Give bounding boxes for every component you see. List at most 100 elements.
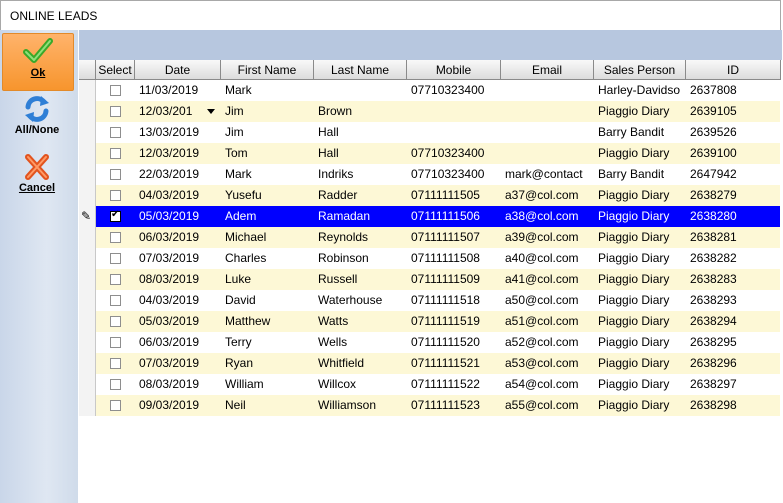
email-cell[interactable]: a51@col.com (501, 311, 594, 332)
row-indicator[interactable] (79, 374, 96, 395)
mobile-cell[interactable]: 07710323400 (407, 143, 501, 164)
select-checkbox[interactable] (110, 295, 121, 306)
table-row[interactable]: 06/03/2019 Michael Reynolds 07111111507 a39@… (79, 227, 780, 248)
id-cell[interactable]: 2647942 (686, 164, 781, 185)
last-name-cell[interactable]: Watts (314, 311, 407, 332)
last-name-cell[interactable]: Reynolds (314, 227, 407, 248)
row-indicator[interactable] (79, 248, 96, 269)
id-cell[interactable]: 2639105 (686, 101, 781, 122)
row-indicator[interactable] (79, 101, 96, 122)
sales-person-cell[interactable]: Piaggio Diary (594, 248, 686, 269)
select-checkbox[interactable] (110, 358, 121, 369)
first-name-cell[interactable]: Ryan (221, 353, 314, 374)
select-checkbox[interactable] (110, 106, 121, 117)
column-header-first-name[interactable]: First Name (221, 60, 314, 80)
date-cell[interactable]: 07/03/2019 (135, 353, 221, 374)
id-cell[interactable]: 2637808 (686, 80, 781, 101)
sales-person-cell[interactable]: Piaggio Diary (594, 290, 686, 311)
row-indicator[interactable] (79, 332, 96, 353)
mobile-cell[interactable]: 07111111523 (407, 395, 501, 416)
row-indicator[interactable] (79, 164, 96, 185)
email-cell[interactable]: a37@col.com (501, 185, 594, 206)
date-cell[interactable]: 11/03/2019 (135, 80, 221, 101)
email-cell[interactable]: a40@col.com (501, 248, 594, 269)
first-name-cell[interactable]: Matthew (221, 311, 314, 332)
table-row[interactable]: 09/03/2019 Neil Williamson 07111111523 a55@c… (79, 395, 780, 416)
sales-person-cell[interactable]: Harley-Davidso (594, 80, 686, 101)
table-row[interactable]: 05/03/2019 Matthew Watts 07111111519 a51@col… (79, 311, 780, 332)
last-name-cell[interactable]: Ramadan (314, 206, 407, 227)
row-indicator[interactable] (79, 290, 96, 311)
sales-person-cell[interactable]: Piaggio Diary (594, 206, 686, 227)
date-cell[interactable]: 08/03/2019 (135, 374, 221, 395)
column-header-sales-person[interactable]: Sales Person (594, 60, 686, 80)
last-name-cell[interactable]: Hall (314, 143, 407, 164)
mobile-cell[interactable] (407, 122, 501, 143)
email-cell[interactable]: a55@col.com (501, 395, 594, 416)
last-name-cell[interactable] (314, 80, 407, 101)
mobile-cell[interactable]: 07111111520 (407, 332, 501, 353)
mobile-cell[interactable]: 07111111507 (407, 227, 501, 248)
mobile-cell[interactable]: 07111111509 (407, 269, 501, 290)
sales-person-cell[interactable]: Piaggio Diary (594, 185, 686, 206)
sales-person-cell[interactable]: Piaggio Diary (594, 374, 686, 395)
select-checkbox[interactable] (110, 148, 121, 159)
mobile-cell[interactable]: 07710323400 (407, 164, 501, 185)
date-cell[interactable]: 04/03/2019 (135, 185, 221, 206)
row-indicator[interactable] (79, 122, 96, 143)
column-header-mobile[interactable]: Mobile (407, 60, 501, 80)
last-name-cell[interactable]: Waterhouse (314, 290, 407, 311)
select-checkbox[interactable] (110, 190, 121, 201)
date-cell[interactable]: 12/03/2019 (135, 143, 221, 164)
date-cell[interactable]: 05/03/2019 (135, 311, 221, 332)
select-checkbox[interactable] (110, 379, 121, 390)
date-cell[interactable]: 13/03/2019 (135, 122, 221, 143)
sales-person-cell[interactable]: Piaggio Diary (594, 227, 686, 248)
last-name-cell[interactable]: Willcox (314, 374, 407, 395)
id-cell[interactable]: 2639526 (686, 122, 781, 143)
last-name-cell[interactable]: Robinson (314, 248, 407, 269)
row-indicator[interactable] (79, 143, 96, 164)
email-cell[interactable]: mark@contact (501, 164, 594, 185)
table-row[interactable]: 07/03/2019 Charles Robinson 07111111508 a40@… (79, 248, 780, 269)
table-row[interactable]: 12/03/201 Jim Brown Piaggio Diary 2639105 (79, 101, 780, 122)
select-checkbox[interactable] (110, 400, 121, 411)
id-cell[interactable]: 2638293 (686, 290, 781, 311)
first-name-cell[interactable]: Jim (221, 101, 314, 122)
table-row[interactable]: 13/03/2019 Jim Hall Barry Bandit 2639526 (79, 122, 780, 143)
last-name-cell[interactable]: Hall (314, 122, 407, 143)
date-cell[interactable]: 06/03/2019 (135, 332, 221, 353)
column-header-id[interactable]: ID (686, 60, 781, 80)
email-cell[interactable]: a53@col.com (501, 353, 594, 374)
table-row[interactable]: 11/03/2019 Mark 07710323400 Harley-Davidso 2… (79, 80, 780, 101)
table-row[interactable]: 07/03/2019 Ryan Whitfield 07111111521 a53@co… (79, 353, 780, 374)
mobile-cell[interactable]: 07111111505 (407, 185, 501, 206)
row-indicator[interactable] (79, 311, 96, 332)
first-name-cell[interactable]: Jim (221, 122, 314, 143)
id-cell[interactable]: 2639100 (686, 143, 781, 164)
id-cell[interactable]: 2638298 (686, 395, 781, 416)
mobile-cell[interactable]: 07111111522 (407, 374, 501, 395)
first-name-cell[interactable]: Yusefu (221, 185, 314, 206)
first-name-cell[interactable]: Tom (221, 143, 314, 164)
mobile-cell[interactable]: 07111111521 (407, 353, 501, 374)
mobile-cell[interactable]: 07111111519 (407, 311, 501, 332)
select-checkbox[interactable] (110, 209, 121, 222)
email-cell[interactable] (501, 143, 594, 164)
sales-person-cell[interactable]: Piaggio Diary (594, 101, 686, 122)
last-name-cell[interactable]: Russell (314, 269, 407, 290)
email-cell[interactable]: a54@col.com (501, 374, 594, 395)
column-header-date[interactable]: Date (135, 60, 221, 80)
select-checkbox[interactable] (110, 253, 121, 264)
date-cell[interactable]: 09/03/2019 (135, 395, 221, 416)
last-name-cell[interactable]: Radder (314, 185, 407, 206)
mobile-cell[interactable]: 07111111518 (407, 290, 501, 311)
last-name-cell[interactable]: Wells (314, 332, 407, 353)
mobile-cell[interactable] (407, 101, 501, 122)
table-row[interactable]: 08/03/2019 Luke Russell 07111111509 a41@col.… (79, 269, 780, 290)
sales-person-cell[interactable]: Piaggio Diary (594, 395, 686, 416)
first-name-cell[interactable]: Charles (221, 248, 314, 269)
first-name-cell[interactable]: Terry (221, 332, 314, 353)
first-name-cell[interactable]: Adem (221, 206, 314, 227)
first-name-cell[interactable]: Michael (221, 227, 314, 248)
